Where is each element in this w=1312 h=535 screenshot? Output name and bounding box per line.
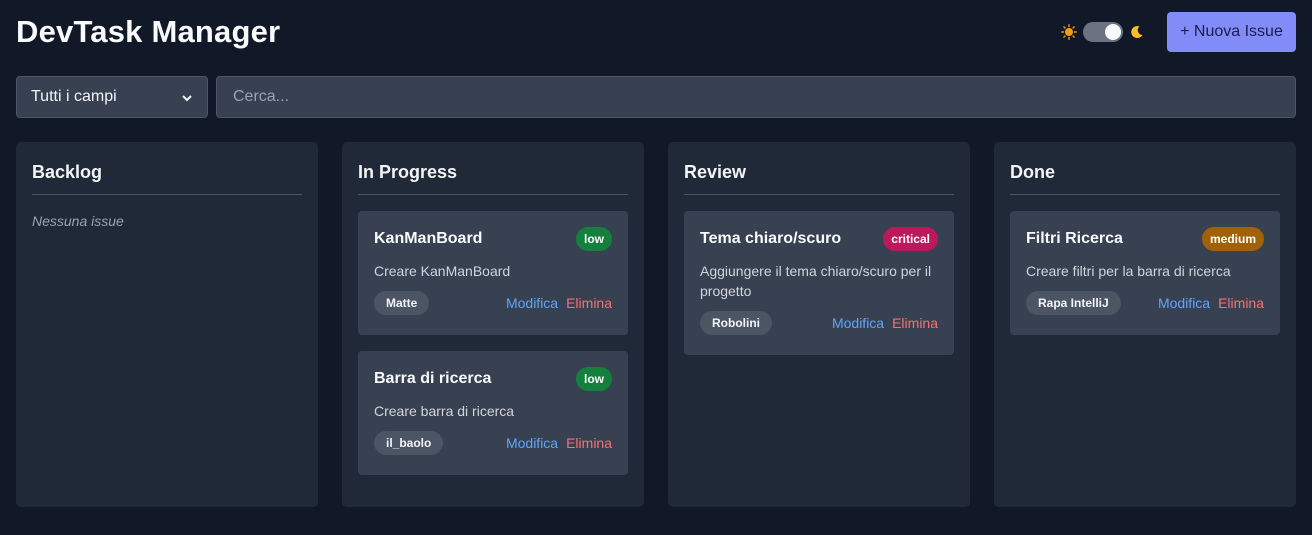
delete-link[interactable]: Elimina	[1218, 295, 1264, 311]
card-title: Filtri Ricerca	[1026, 230, 1123, 247]
assignee-badge: Robolini	[700, 311, 772, 335]
column-backlog: Backlog Nessuna issue	[16, 142, 318, 507]
theme-switch-knob	[1105, 24, 1121, 40]
card-actions: Modifica Elimina	[832, 315, 938, 331]
app-root: DevTask Manager + Nuova Issue Tutti i ca…	[0, 0, 1312, 535]
card-footer: il_baolo Modifica Elimina	[374, 431, 612, 455]
issue-card[interactable]: KanManBoard low Creare KanManBoard Matte…	[358, 211, 628, 335]
empty-column-text: Nessuna issue	[32, 213, 124, 229]
card-title: Tema chiaro/scuro	[700, 230, 842, 247]
card-header: Filtri Ricerca medium	[1026, 227, 1264, 251]
card-actions: Modifica Elimina	[1158, 295, 1264, 311]
delete-link[interactable]: Elimina	[566, 295, 612, 311]
issue-card[interactable]: Barra di ricerca low Creare barra di ric…	[358, 351, 628, 475]
chevron-down-icon	[181, 91, 193, 103]
moon-icon	[1129, 24, 1145, 40]
column-title: Review	[684, 142, 954, 195]
priority-badge: low	[576, 367, 612, 391]
theme-switch[interactable]	[1083, 22, 1123, 42]
delete-link[interactable]: Elimina	[892, 315, 938, 331]
field-filter-value: Tutti i campi	[31, 88, 117, 105]
card-header: KanManBoard low	[374, 227, 612, 251]
column-in-progress: In Progress KanManBoard low Creare KanMa…	[342, 142, 644, 507]
assignee-badge: Rapa IntelliJ	[1026, 291, 1121, 315]
card-footer: Matte Modifica Elimina	[374, 291, 612, 315]
card-description: Aggiungere il tema chiaro/scuro per il p…	[700, 263, 932, 299]
card-title: KanManBoard	[374, 230, 483, 247]
column-review: Review Tema chiaro/scuro critical Aggiun…	[668, 142, 970, 507]
card-title: Barra di ricerca	[374, 370, 492, 387]
card-header: Tema chiaro/scuro critical	[700, 227, 938, 251]
priority-badge: medium	[1201, 227, 1264, 251]
assignee-badge: il_baolo	[374, 431, 444, 455]
header-actions: + Nuova Issue	[1061, 12, 1296, 52]
app-title: DevTask Manager	[16, 14, 281, 49]
field-filter-select[interactable]: Tutti i campi	[16, 76, 208, 118]
new-issue-button[interactable]: + Nuova Issue	[1167, 12, 1296, 52]
card-header: Barra di ricerca low	[374, 367, 612, 391]
search-input[interactable]	[216, 76, 1296, 118]
edit-link[interactable]: Modifica	[1158, 295, 1210, 311]
priority-badge: low	[576, 227, 612, 251]
card-footer: Robolini Modifica Elimina	[700, 311, 938, 335]
column-title: Done	[1010, 142, 1280, 195]
column-done: Done Filtri Ricerca medium Creare filtri…	[994, 142, 1296, 507]
card-description: Creare barra di ricerca	[374, 403, 515, 419]
header: DevTask Manager + Nuova Issue	[16, 12, 1296, 52]
column-title: Backlog	[32, 142, 302, 195]
issue-card[interactable]: Tema chiaro/scuro critical Aggiungere il…	[684, 211, 954, 355]
theme-toggle	[1061, 22, 1145, 42]
edit-link[interactable]: Modifica	[832, 315, 884, 331]
issue-card[interactable]: Filtri Ricerca medium Creare filtri per …	[1010, 211, 1280, 335]
column-title: In Progress	[358, 142, 628, 195]
priority-badge: critical	[883, 227, 938, 251]
sun-icon	[1061, 24, 1077, 40]
card-actions: Modifica Elimina	[506, 295, 612, 311]
card-actions: Modifica Elimina	[506, 435, 612, 451]
edit-link[interactable]: Modifica	[506, 435, 558, 451]
delete-link[interactable]: Elimina	[566, 435, 612, 451]
card-description: Creare filtri per la barra di ricerca	[1026, 263, 1231, 279]
edit-link[interactable]: Modifica	[506, 295, 558, 311]
assignee-badge: Matte	[374, 291, 430, 315]
card-footer: Rapa IntelliJ Modifica Elimina	[1026, 291, 1264, 315]
card-description: Creare KanManBoard	[374, 263, 511, 279]
